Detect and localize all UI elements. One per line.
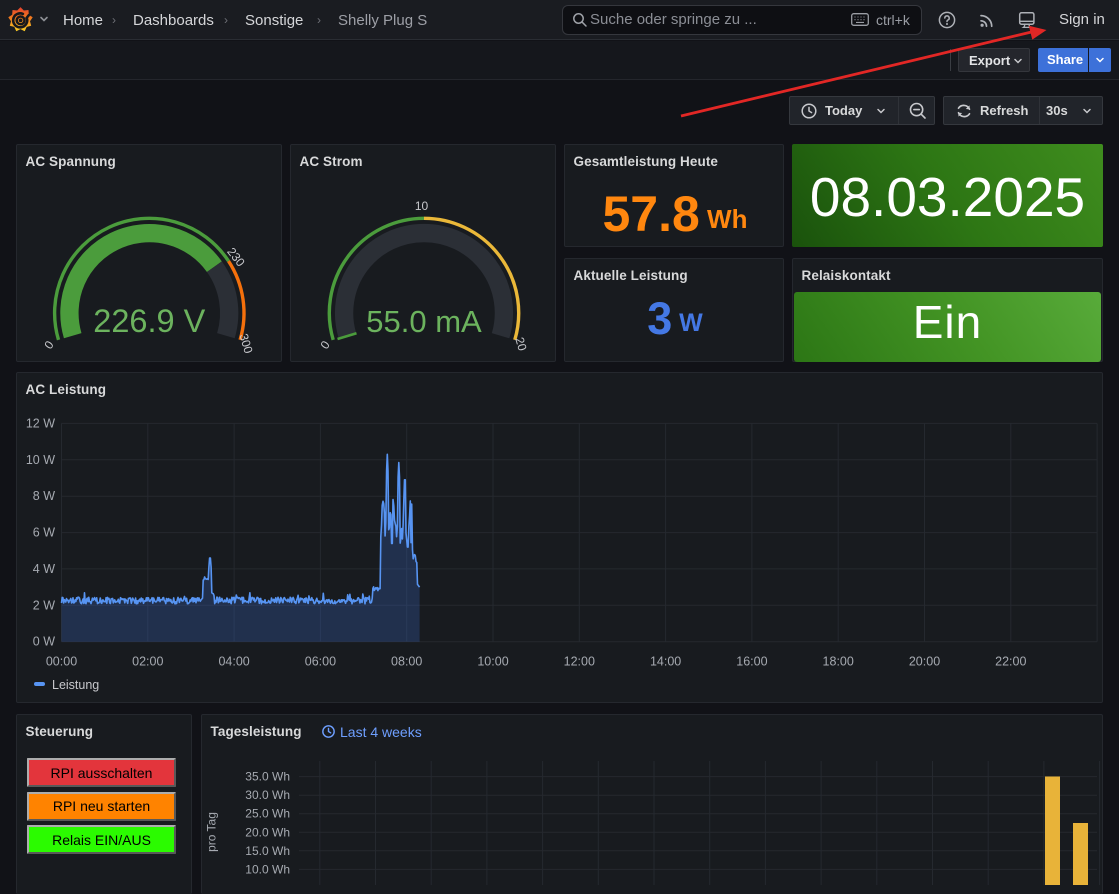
svg-text:12 W: 12 W — [26, 416, 55, 430]
svg-text:02:00: 02:00 — [132, 655, 163, 669]
svg-text:06:00: 06:00 — [305, 655, 336, 669]
svg-text:Leistung: Leistung — [52, 678, 99, 692]
svg-text:10:00: 10:00 — [477, 655, 508, 669]
svg-text:8 W: 8 W — [33, 489, 55, 503]
svg-text:10.0 Wh: 10.0 Wh — [245, 862, 290, 876]
svg-text:20: 20 — [512, 336, 529, 353]
svg-text:25.0 Wh: 25.0 Wh — [245, 807, 290, 821]
svg-text:08:00: 08:00 — [391, 655, 422, 669]
svg-text:10: 10 — [415, 199, 429, 213]
svg-text:14:00: 14:00 — [650, 655, 681, 669]
svg-text:10 W: 10 W — [26, 453, 55, 467]
svg-text:4 W: 4 W — [33, 562, 55, 576]
svg-text:2 W: 2 W — [33, 598, 55, 612]
svg-text:00:00: 00:00 — [46, 655, 77, 669]
svg-text:0: 0 — [318, 338, 333, 352]
svg-text:16:00: 16:00 — [736, 655, 767, 669]
svg-text:pro Tag: pro Tag — [205, 812, 219, 852]
svg-text:6 W: 6 W — [33, 526, 55, 540]
svg-text:226.9 V: 226.9 V — [93, 303, 205, 339]
svg-text:18:00: 18:00 — [823, 655, 854, 669]
svg-text:35.0 Wh: 35.0 Wh — [245, 770, 290, 784]
svg-text:12:00: 12:00 — [564, 655, 595, 669]
svg-text:0: 0 — [41, 338, 56, 352]
svg-text:300: 300 — [237, 332, 256, 355]
svg-text:20:00: 20:00 — [909, 655, 940, 669]
svg-text:04:00: 04:00 — [218, 655, 249, 669]
svg-text:30.0 Wh: 30.0 Wh — [245, 788, 290, 802]
svg-text:55.0 mA: 55.0 mA — [366, 304, 482, 339]
svg-text:20.0 Wh: 20.0 Wh — [245, 825, 290, 839]
svg-text:0 W: 0 W — [33, 635, 55, 649]
svg-text:15.0 Wh: 15.0 Wh — [245, 844, 290, 858]
svg-text:230: 230 — [224, 245, 248, 270]
svg-text:22:00: 22:00 — [995, 655, 1026, 669]
